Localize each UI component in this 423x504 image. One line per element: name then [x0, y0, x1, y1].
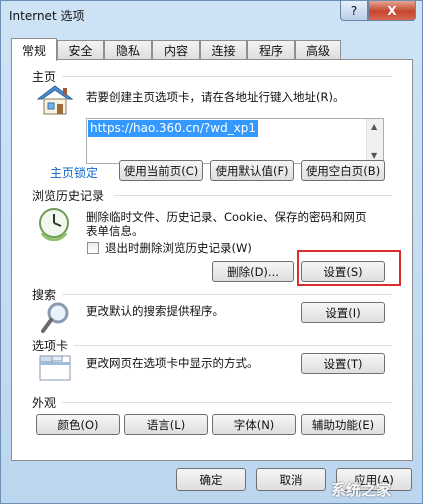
divider [62, 294, 392, 295]
divider [114, 195, 392, 196]
search-magnifier-icon [40, 301, 72, 338]
use-blank-button[interactable]: 使用空白页(B) [301, 160, 385, 181]
help-button[interactable]: ? [340, 1, 368, 21]
home-page-url: https://hao.360.cn/?wd_xp1 [88, 120, 259, 137]
close-button[interactable]: X [368, 1, 416, 21]
delete-history-button[interactable]: 删除(D)... [212, 261, 294, 282]
watermark-logo: 系统之家 [331, 481, 392, 499]
general-tab-panel: 主页 若要创建主页选项卡，请在各地址行键入地址(R)。 https://hao.… [11, 59, 413, 461]
delete-on-exit-label[interactable]: 退出时删除浏览历史记录(W) [105, 241, 252, 255]
tab-advanced[interactable]: 高级 [295, 40, 341, 60]
use-default-button[interactable]: 使用默认值(F) [210, 160, 294, 181]
fonts-button[interactable]: 字体(N) [212, 414, 296, 435]
history-label: 浏览历史记录 [32, 189, 105, 203]
history-description-line2: 表单信息。 [86, 224, 144, 238]
home-page-lock-link[interactable]: 主页锁定 [50, 164, 98, 181]
tabs-window-icon [38, 353, 72, 386]
history-description-line1: 删除临时文件、历史记录、Cookie、保存的密码和网页 [86, 210, 367, 224]
search-description: 更改默认的搜索提供程序。 [86, 304, 224, 318]
title-bar[interactable]: Internet 选项 ? X [1, 1, 422, 33]
appearance-label: 外观 [32, 396, 57, 410]
divider [74, 345, 392, 346]
window-title: Internet 选项 [9, 9, 85, 23]
tabs-section-description: 更改网页在选项卡中显示的方式。 [86, 356, 259, 370]
tab-programs[interactable]: 程序 [247, 40, 295, 60]
home-page-url-field[interactable]: https://hao.360.cn/?wd_xp1 ▲ ▼ [86, 118, 384, 164]
tab-connections[interactable]: 连接 [200, 40, 247, 60]
divider [62, 76, 392, 77]
cancel-button[interactable]: 取消 [256, 468, 326, 491]
scroll-down-icon[interactable]: ▼ [371, 151, 377, 160]
tab-content[interactable]: 内容 [152, 40, 200, 60]
tabs-section-label: 选项卡 [32, 339, 69, 353]
history-clock-icon [38, 207, 72, 244]
use-current-button[interactable]: 使用当前页(C) [119, 160, 203, 181]
accessibility-button[interactable]: 辅助功能(E) [301, 414, 385, 435]
tab-security[interactable]: 安全 [57, 40, 104, 60]
ok-button[interactable]: 确定 [176, 468, 246, 491]
divider [62, 402, 392, 403]
search-settings-button[interactable]: 设置(I) [301, 302, 385, 323]
url-field-scrollbar[interactable]: ▲ ▼ [366, 119, 383, 163]
home-page-description: 若要创建主页选项卡，请在各地址行键入地址(R)。 [86, 90, 345, 104]
tab-general[interactable]: 常规 [11, 38, 57, 61]
tab-privacy[interactable]: 隐私 [104, 40, 152, 60]
home-icon [36, 84, 74, 119]
internet-options-window: Internet 选项 ? X 常规 安全 隐私 内容 连接 程序 高级 主页 … [0, 0, 423, 504]
scroll-up-icon[interactable]: ▲ [371, 122, 377, 131]
highlight-box [297, 250, 401, 286]
delete-on-exit-checkbox[interactable] [87, 242, 99, 254]
languages-button[interactable]: 语言(L) [124, 414, 208, 435]
colors-button[interactable]: 颜色(O) [36, 414, 120, 435]
tabs-settings-button[interactable]: 设置(T) [301, 353, 385, 374]
home-page-label: 主页 [32, 70, 57, 84]
